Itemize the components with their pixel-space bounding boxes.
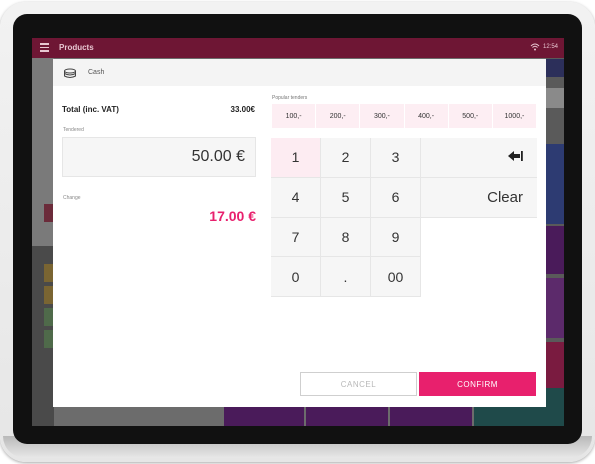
background-tile (546, 88, 564, 108)
tender-button[interactable]: 400,- (404, 104, 449, 128)
screen: Products 12:54 Cash Total (inc. VAT) 33.… (32, 38, 564, 426)
cash-payment-dialog: Cash Total (inc. VAT) 33.00€ Tendered 50… (53, 59, 546, 407)
key-5[interactable]: 5 (321, 177, 371, 218)
key-double-zero[interactable]: 00 (371, 257, 421, 297)
status-time: 12:54 (542, 44, 558, 50)
key-0[interactable]: 0 (271, 257, 321, 297)
tendered-value: 50.00 € (191, 148, 245, 165)
tendered-field[interactable]: 50.00 € (62, 137, 256, 177)
key-3[interactable]: 3 (371, 138, 421, 178)
app-header: Products 12:54 (32, 38, 564, 58)
dialog-header: Cash (53, 59, 546, 86)
key-decimal[interactable]: . (321, 257, 371, 297)
tender-button[interactable]: 200,- (316, 104, 361, 128)
tender-button[interactable]: 100,- (272, 104, 317, 128)
cancel-button[interactable]: CANCEL (300, 372, 417, 396)
tender-button[interactable]: 1000,- (492, 104, 538, 128)
background-tile (546, 342, 564, 388)
tendered-label: Tendered (63, 127, 84, 133)
key-7[interactable]: 7 (271, 217, 321, 258)
background-tile (546, 226, 564, 274)
tender-button[interactable]: 500,- (448, 104, 493, 128)
keypad-actions: Clear (421, 138, 537, 218)
tender-button[interactable]: 300,- (360, 104, 405, 128)
total-label: Total (inc. VAT) (62, 105, 119, 114)
clear-button[interactable]: Clear (421, 178, 537, 218)
payment-method-label: Cash (88, 69, 105, 76)
background-tile (546, 144, 564, 224)
background-tile (546, 278, 564, 338)
backspace-button[interactable] (421, 138, 537, 178)
key-4[interactable]: 4 (271, 177, 321, 218)
cash-icon (63, 67, 77, 79)
key-9[interactable]: 9 (371, 217, 421, 258)
total-value: 33.00€ (230, 105, 255, 114)
change-value: 17.00 € (209, 208, 256, 224)
key-2[interactable]: 2 (321, 138, 371, 178)
key-1[interactable]: 1 (271, 138, 321, 178)
confirm-button[interactable]: CONFIRM (419, 372, 536, 396)
background-tile (546, 59, 564, 77)
popular-tenders-label: Popular tenders (272, 95, 308, 101)
key-8[interactable]: 8 (321, 217, 371, 258)
menu-icon[interactable] (40, 43, 49, 52)
popular-tenders: 100,- 200,- 300,- 400,- 500,- 1000,- (272, 104, 538, 128)
key-6[interactable]: 6 (371, 177, 421, 218)
change-label: Change (63, 195, 81, 201)
app-title: Products (59, 43, 94, 52)
backspace-icon (507, 149, 523, 166)
numeric-keypad: 1 2 3 4 5 6 7 8 9 0 . 00 (271, 138, 421, 297)
wifi-icon (530, 43, 540, 53)
